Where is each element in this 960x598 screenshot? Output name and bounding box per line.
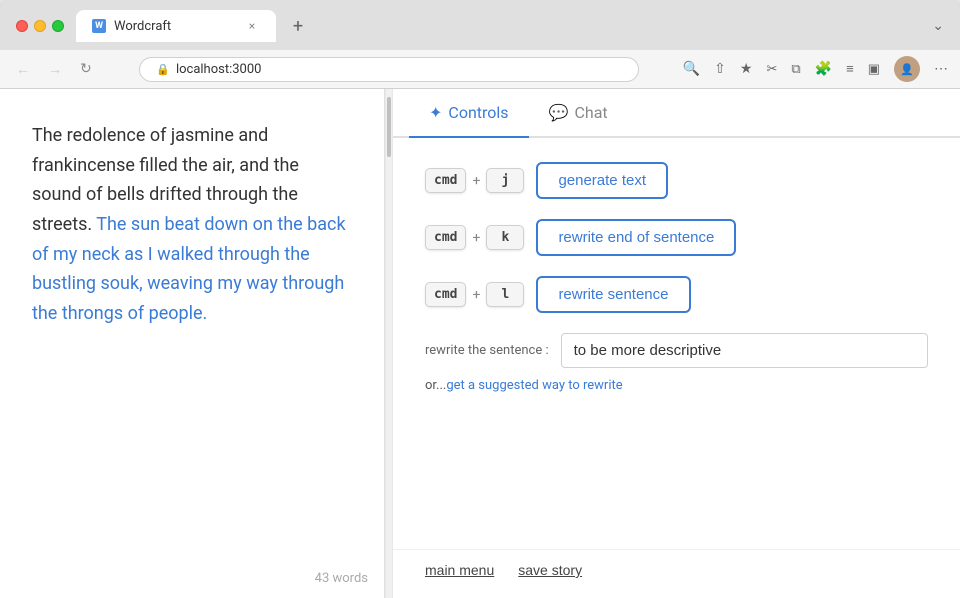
- traffic-lights: [16, 20, 64, 32]
- tab-title: Wordcraft: [114, 19, 171, 34]
- minimize-window-button[interactable]: [34, 20, 46, 32]
- bookmark-icon[interactable]: ★: [740, 61, 753, 77]
- word-count: 43 words: [0, 563, 384, 598]
- kbd-group-k: cmd + k: [425, 225, 524, 250]
- scissors-icon[interactable]: ✂: [766, 62, 777, 77]
- rewrite-sentence-button[interactable]: rewrite sentence: [536, 276, 690, 313]
- generate-text-button[interactable]: generate text: [536, 162, 668, 199]
- kbd-group-j: cmd + j: [425, 168, 524, 193]
- kbd-j: j: [486, 168, 524, 193]
- lock-icon: 🔒: [156, 63, 170, 76]
- url-bar[interactable]: 🔒 localhost:3000: [139, 57, 639, 82]
- kbd-group-l: cmd + l: [425, 282, 524, 307]
- profile-avatar[interactable]: 👤: [894, 56, 920, 82]
- app-content: The redolence of jasmine and frankincens…: [0, 89, 960, 598]
- zoom-icon[interactable]: 🔍: [683, 61, 700, 77]
- shortcut-row-rewrite-end: cmd + k rewrite end of sentence: [425, 219, 928, 256]
- shortcut-row-rewrite: cmd + l rewrite sentence: [425, 276, 928, 313]
- menu-icon[interactable]: ⋯: [934, 61, 948, 77]
- maximize-window-button[interactable]: [52, 20, 64, 32]
- kbd-cmd-j: cmd: [425, 168, 466, 193]
- scroll-thumb[interactable]: [387, 97, 391, 157]
- scroll-divider: [385, 89, 393, 598]
- rewrite-input-field[interactable]: [561, 333, 928, 368]
- share-icon[interactable]: ⇧: [714, 61, 726, 77]
- main-menu-button[interactable]: main menu: [425, 562, 494, 578]
- refresh-button[interactable]: ↻: [76, 59, 96, 79]
- title-bar: W Wordcraft × + ⌄: [0, 0, 960, 50]
- copy-icon[interactable]: ⧉: [791, 62, 800, 77]
- chat-icon: 💬: [549, 103, 569, 122]
- extensions-icon[interactable]: 🧩: [815, 61, 832, 77]
- tab-controls[interactable]: ✦ Controls: [409, 89, 529, 136]
- sparkle-icon: ✦: [429, 103, 442, 122]
- bottom-actions: main menu save story: [393, 549, 960, 598]
- plus-l: +: [472, 287, 480, 303]
- new-tab-button[interactable]: +: [284, 12, 312, 40]
- kbd-l: l: [486, 282, 524, 307]
- browser-tab-wordcraft[interactable]: W Wordcraft ×: [76, 10, 276, 42]
- tab-controls-label: Controls: [448, 103, 508, 122]
- tab-chat[interactable]: 💬 Chat: [529, 89, 628, 136]
- rewrite-label: rewrite the sentence :: [425, 343, 549, 358]
- save-story-button[interactable]: save story: [518, 562, 582, 578]
- rewrite-section: rewrite the sentence : or...get a sugges…: [425, 333, 928, 393]
- window-controls-right: ⌄: [932, 18, 944, 34]
- editor-text-area[interactable]: The redolence of jasmine and frankincens…: [0, 89, 384, 563]
- editor-panel: The redolence of jasmine and frankincens…: [0, 89, 385, 598]
- reader-icon[interactable]: ≡: [846, 61, 854, 77]
- shortcut-row-generate: cmd + j generate text: [425, 162, 928, 199]
- kbd-cmd-k: cmd: [425, 225, 466, 250]
- tab-bar: W Wordcraft × +: [76, 10, 920, 42]
- plus-j: +: [472, 173, 480, 189]
- url-text: localhost:3000: [176, 62, 262, 77]
- suggest-prefix: or...: [425, 378, 446, 393]
- tab-close-button[interactable]: ×: [244, 18, 260, 34]
- address-bar: ← → ↻ 🔒 localhost:3000 🔍 ⇧ ★ ✂ ⧉ 🧩 ≡ ▣ 👤…: [0, 50, 960, 89]
- sidebar-icon[interactable]: ▣: [868, 62, 880, 77]
- tab-chat-label: Chat: [574, 103, 607, 122]
- controls-panel: ✦ Controls 💬 Chat cmd + j generat: [393, 89, 960, 598]
- suggest-way-link[interactable]: get a suggested way to rewrite: [446, 378, 622, 393]
- panel-tabs: ✦ Controls 💬 Chat: [393, 89, 960, 138]
- rewrite-input-row: rewrite the sentence :: [425, 333, 928, 368]
- kbd-k: k: [486, 225, 524, 250]
- back-button[interactable]: ←: [12, 59, 34, 80]
- suggest-link-row: or...get a suggested way to rewrite: [425, 378, 928, 393]
- browser-window: W Wordcraft × + ⌄ ← → ↻ 🔒 localhost:3000…: [0, 0, 960, 598]
- close-window-button[interactable]: [16, 20, 28, 32]
- kbd-cmd-l: cmd: [425, 282, 466, 307]
- forward-button[interactable]: →: [44, 59, 66, 80]
- controls-content: cmd + j generate text cmd + k rewrite en…: [393, 138, 960, 549]
- tab-favicon: W: [92, 19, 106, 33]
- plus-k: +: [472, 230, 480, 246]
- rewrite-end-of-sentence-button[interactable]: rewrite end of sentence: [536, 219, 736, 256]
- address-actions: 🔍 ⇧ ★ ✂ ⧉ 🧩 ≡ ▣ 👤 ⋯: [683, 56, 948, 82]
